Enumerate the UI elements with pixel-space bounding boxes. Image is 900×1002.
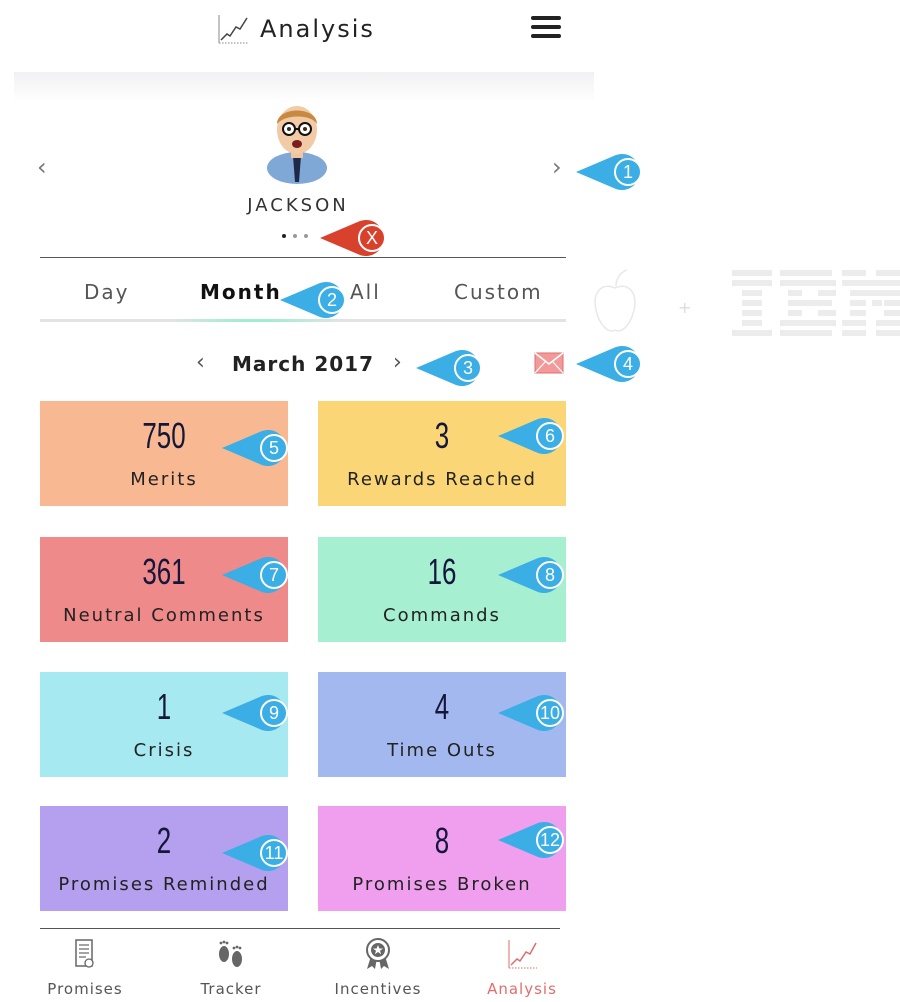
award-icon	[366, 938, 390, 969]
nav-item-tracker[interactable]: Tracker	[176, 938, 286, 998]
ibm-logo	[732, 270, 900, 336]
callout-marker: 2	[280, 280, 350, 320]
page-dot[interactable]	[304, 234, 308, 238]
line-chart-icon	[218, 15, 248, 44]
chevron-left-icon[interactable]: ‹	[196, 350, 205, 375]
chevron-right-icon[interactable]: ›	[552, 153, 562, 181]
callout-marker: 6	[498, 416, 568, 456]
stat-label: Merits	[130, 469, 198, 490]
callout-number: 4	[614, 350, 642, 378]
callout-marker: 12	[498, 820, 568, 860]
carousel-page-dots	[282, 234, 308, 238]
stat-label: Neutral Comments	[63, 605, 265, 626]
stat-label: Commands	[383, 605, 501, 626]
stat-label: Promises Reminded	[58, 874, 270, 895]
callout-marker: 4	[576, 344, 646, 384]
nav-label: Tracker	[200, 980, 262, 998]
callout-number: 5	[260, 434, 288, 462]
stat-label: Crisis	[133, 740, 195, 761]
callout-marker: 7	[222, 555, 292, 595]
child-name: JACKSON	[247, 195, 349, 216]
callout-number: 7	[260, 561, 288, 589]
tab-custom[interactable]: Custom	[454, 280, 543, 304]
callout-number: 1	[614, 158, 642, 186]
footprints-icon	[219, 940, 242, 967]
tab-month[interactable]: Month	[200, 280, 282, 304]
callout-number: 2	[318, 286, 346, 314]
nav-item-promises[interactable]: Promises	[30, 938, 140, 998]
stat-label: Promises Broken	[352, 874, 532, 895]
apple-logo	[594, 269, 636, 332]
tab-day[interactable]: Day	[84, 280, 130, 304]
chevron-right-icon[interactable]: ›	[393, 350, 402, 375]
certificate-icon	[75, 939, 94, 968]
chevron-left-icon[interactable]: ‹	[37, 153, 47, 181]
callout-number: 10	[536, 699, 564, 727]
callout-marker: 3	[416, 348, 486, 388]
page-dot[interactable]	[293, 234, 297, 238]
callout-number: 3	[454, 354, 482, 382]
nav-divider	[40, 928, 560, 929]
callout-number: 9	[260, 699, 288, 727]
callout-marker: 10	[498, 693, 568, 733]
hamburger-menu-icon[interactable]	[531, 16, 561, 40]
divider	[40, 257, 566, 258]
nav-label: Promises	[47, 980, 123, 998]
line-chart-icon	[508, 940, 537, 969]
callout-marker: 8	[498, 555, 568, 595]
nav-label: Analysis	[487, 980, 557, 998]
callout-marker: X	[320, 218, 390, 258]
page-dot[interactable]	[282, 234, 286, 238]
callout-number: 12	[536, 826, 564, 854]
header-title-group: Analysis	[216, 12, 375, 46]
nav-item-incentives[interactable]: Incentives	[323, 938, 433, 998]
nav-item-analysis[interactable]: Analysis	[467, 938, 577, 998]
stat-label: Rewards Reached	[347, 469, 537, 490]
brand-separator: +	[678, 298, 692, 317]
avatar[interactable]	[265, 98, 329, 184]
period-label: March 2017	[232, 352, 374, 376]
tab-all[interactable]: All	[350, 280, 381, 304]
nav-label: Incentives	[334, 980, 422, 998]
callout-number: 8	[536, 561, 564, 589]
stat-label: Time Outs	[387, 740, 497, 761]
callout-marker: 1	[576, 152, 646, 192]
callout-number: X	[358, 224, 386, 252]
callout-number: 6	[536, 422, 564, 450]
mail-icon[interactable]	[534, 352, 564, 374]
page-title: Analysis	[260, 15, 375, 43]
callout-marker: 9	[222, 693, 292, 733]
callout-marker: 11	[222, 833, 292, 873]
callout-marker: 5	[222, 428, 292, 468]
callout-number: 11	[260, 839, 288, 867]
app-header: Analysis	[0, 0, 600, 72]
